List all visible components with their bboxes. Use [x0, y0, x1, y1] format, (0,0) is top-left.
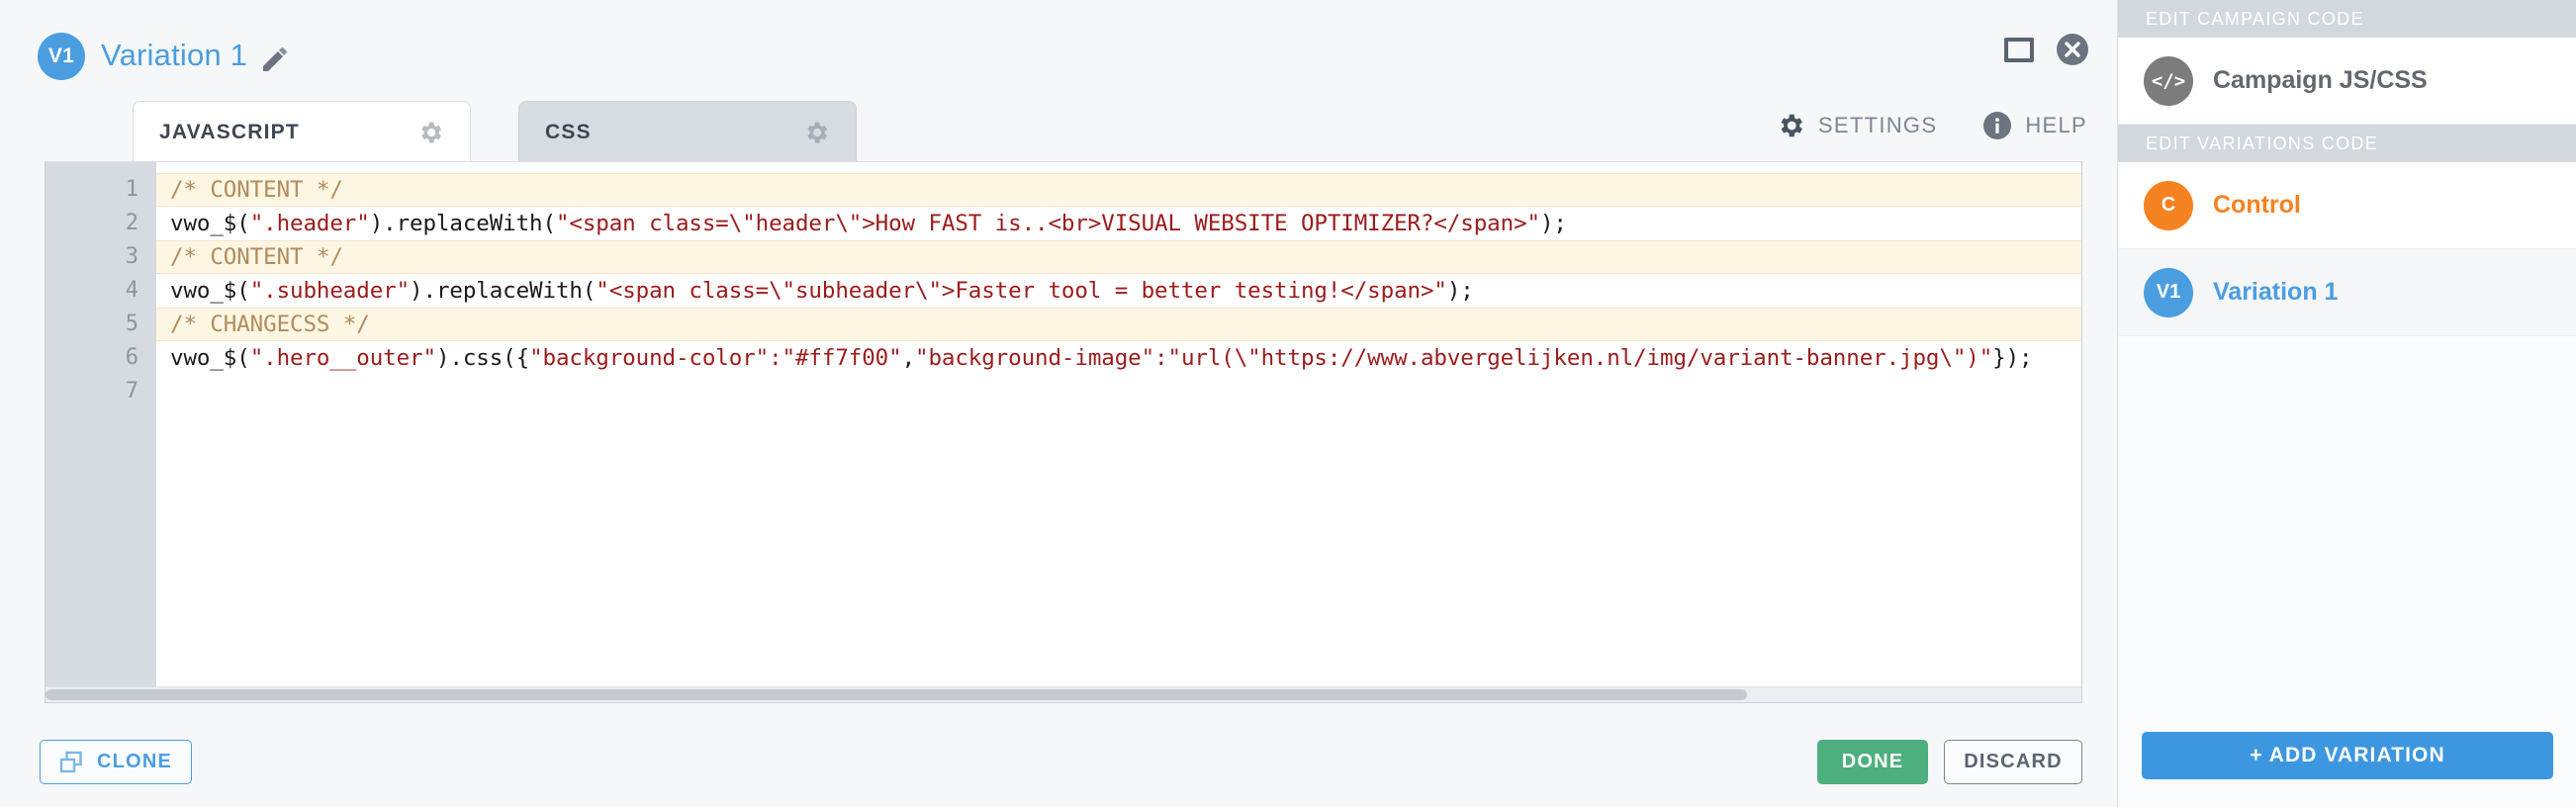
gear-icon[interactable] [802, 119, 830, 146]
help-button[interactable]: HELP [1982, 111, 2087, 140]
code-string-token: "<span class=\"subheader\">Faster tool =… [596, 278, 1447, 304]
sidebar-item-label: Control [2213, 191, 2301, 219]
code-line[interactable]: /* CONTENT */ [156, 240, 2081, 274]
add-variation-button[interactable]: + ADD VARIATION [2142, 732, 2553, 779]
code-line[interactable]: vwo_$(".hero__outer").css({"background-c… [156, 341, 2081, 375]
gear-icon[interactable] [416, 119, 444, 146]
code-plain-token: vwo_$( [170, 211, 250, 236]
code-string-token: "<span class=\"header\">How FAST is..<br… [555, 211, 1540, 236]
code-string-token: "background-image":"url(\"https://www.ab… [915, 345, 1993, 371]
code-plain-token: ); [1539, 211, 1567, 236]
line-number-gutter: 1 2 3 4 5 6 7 [46, 162, 156, 686]
code-editor-body: 1234567 /* CONTENT */vwo_$(".header").re… [46, 162, 2081, 686]
code-plain-token: vwo_$( [170, 278, 250, 304]
window-controls [2004, 33, 2089, 66]
help-label: HELP [2025, 113, 2087, 137]
settings-label: SETTINGS [1817, 113, 1938, 137]
code-plain-token: , [901, 345, 916, 371]
code-line[interactable]: vwo_$(".header").replaceWith("<span clas… [156, 207, 2081, 240]
settings-button[interactable]: SETTINGS [1776, 111, 1937, 140]
code-icon: </> [2144, 55, 2193, 106]
sidebar-item-label: Campaign JS/CSS [2213, 66, 2428, 94]
close-icon[interactable] [2056, 33, 2089, 66]
copy-icon [59, 751, 85, 774]
line-number: 2 [125, 211, 138, 235]
code-sidebar: EDIT CAMPAIGN CODE </> Campaign JS/CSS E… [2117, 0, 2576, 807]
discard-button-label: DISCARD [1964, 751, 2063, 772]
line-number: 5 [125, 312, 138, 336]
code-line[interactable]: /* CHANGECSS */ [156, 308, 2081, 341]
code-string-token: "background-color":"#ff7f00" [529, 345, 902, 371]
line-number: 4 [125, 278, 138, 303]
line-number: 3 [125, 244, 138, 269]
variation-badge: V1 [38, 33, 85, 80]
clone-button[interactable]: CLONE [40, 740, 192, 784]
sidebar-item-variation-1[interactable]: V1 Variation 1 [2118, 249, 2576, 336]
sidebar-item-control[interactable]: C Control [2118, 162, 2576, 249]
scrollbar-thumb[interactable] [46, 689, 1747, 700]
tab-css[interactable]: CSS [518, 101, 857, 162]
code-plain-token: ).replaceWith( [369, 211, 556, 236]
info-icon [1982, 111, 2012, 140]
sidebar-item-label: Variation 1 [2213, 278, 2339, 306]
code-string-token: ".header" [249, 211, 370, 236]
done-button[interactable]: DONE [1817, 740, 1928, 784]
tab-css-label: CSS [545, 120, 592, 143]
tab-javascript[interactable]: JAVASCRIPT [133, 101, 471, 162]
control-badge: C [2144, 180, 2193, 230]
editor-tools: SETTINGS HELP [1776, 111, 2087, 140]
line-number: 6 [125, 345, 138, 370]
pencil-icon[interactable] [259, 44, 291, 75]
gear-icon [1776, 111, 1805, 140]
sidebar-item-campaign-js-css[interactable]: </> Campaign JS/CSS [2118, 38, 2576, 125]
section-header-variations: EDIT VARIATIONS CODE [2118, 125, 2576, 162]
code-string-token: ".subheader" [249, 278, 411, 304]
variation-badge: V1 [2144, 267, 2193, 317]
code-plain-token: ).css({ [435, 345, 530, 371]
line-number: 7 [125, 379, 138, 404]
editor-topbar: V1 Variation 1 [0, 0, 2117, 99]
editor-horizontal-scrollbar[interactable] [46, 686, 2081, 702]
code-editor[interactable]: 1234567 /* CONTENT */vwo_$(".header").re… [45, 161, 2082, 703]
discard-button[interactable]: DISCARD [1944, 740, 2082, 784]
code-plain-token: vwo_$( [170, 345, 250, 371]
variation-code-editor-panel: V1 Variation 1 JAVASCRIPT CSS SETTINGS H… [0, 0, 2117, 807]
code-plain-token: }); [1992, 345, 2033, 371]
code-text-area[interactable]: /* CONTENT */vwo_$(".header").replaceWit… [156, 162, 2081, 686]
page-title: Variation 1 [101, 38, 248, 72]
code-plain-token: ); [1446, 278, 1474, 304]
maximize-icon[interactable] [2004, 37, 2034, 62]
line-number: 1 [125, 177, 138, 202]
code-line[interactable]: vwo_$(".subheader").replaceWith("<span c… [156, 274, 2081, 308]
code-plain-token: ).replaceWith( [410, 278, 597, 304]
code-line[interactable] [156, 375, 2081, 408]
code-string-token: ".hero__outer" [249, 345, 436, 371]
done-button-label: DONE [1841, 751, 1904, 772]
tab-javascript-label: JAVASCRIPT [159, 120, 300, 143]
clone-button-label: CLONE [97, 751, 172, 772]
code-line[interactable]: /* CONTENT */ [156, 173, 2081, 207]
section-header-campaign: EDIT CAMPAIGN CODE [2118, 0, 2576, 38]
add-variation-label: + ADD VARIATION [2250, 744, 2445, 766]
